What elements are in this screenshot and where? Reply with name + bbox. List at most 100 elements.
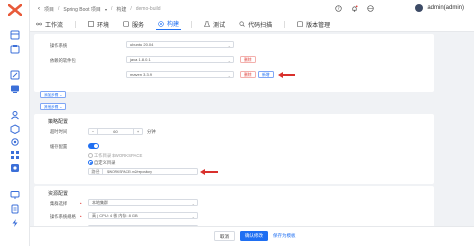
custom-dir-option-label: 自定义目录 [94, 160, 116, 165]
spec-value: 高 | CPU: 4 核 内存: 8 GB [92, 213, 138, 218]
breadcrumb-separator: / [58, 6, 60, 12]
cache-toggle[interactable] [88, 143, 99, 149]
breadcrumb-separator: / [110, 6, 113, 12]
avatar [415, 4, 424, 12]
confirm-button[interactable]: 确认修改 [240, 231, 268, 241]
other-step-label: 其他步骤 [44, 105, 59, 109]
cluster-select[interactable]: 本地集群 ⌄ [88, 199, 198, 206]
cancel-button[interactable]: 取消 [214, 231, 235, 241]
dropdown-caret-icon[interactable]: ▾ [105, 7, 107, 12]
tab-code-scan[interactable]: 代码扫描 [237, 18, 274, 30]
cache-path-input[interactable]: 路径 $WORKSPACE/.m2/repository [88, 168, 198, 175]
tab-divider [284, 20, 286, 28]
strategy-card: 策略配置 超时时间 − 60 + 分钟 缓存配置 工作目录 $WORKSPACE… [34, 114, 434, 184]
save-template-button[interactable]: 保存为模板 [268, 231, 301, 241]
left-nav-rail [0, 0, 30, 246]
delete-dependency-button[interactable]: 删除 [240, 56, 256, 63]
chevron-down-icon: ⌄ [191, 201, 195, 206]
cluster-value: 本地集群 [92, 200, 108, 205]
screen-icon[interactable] [10, 190, 20, 200]
user-name: admin(admin) [427, 5, 464, 11]
breadcrumb-separator: / [130, 6, 132, 12]
lightning-icon[interactable] [10, 218, 20, 228]
tab-version[interactable]: 版本管理 [295, 18, 332, 30]
module-tabs: 工作流 环境 服务 构建 测试 代码扫描 版本管理 [34, 18, 332, 30]
dependency-select[interactable]: java 1.8.0.1 ⌄ [126, 56, 234, 63]
os-label: 操作系统 [50, 43, 68, 48]
dependency-select[interactable]: maven 3.3.9 ⌄ [126, 71, 234, 78]
environment-icon [88, 21, 94, 27]
chevron-down-icon: ⌄ [227, 73, 231, 78]
timeout-value: 60 [113, 129, 118, 134]
tab-workflow[interactable]: 工作流 [34, 18, 65, 30]
tab-label: 版本管理 [306, 22, 331, 29]
users-icon[interactable] [10, 110, 20, 120]
cache-label: 缓存配置 [50, 144, 68, 149]
step-buttons-row: 添加步骤 ⌄ 其他步骤 ⌄ [34, 87, 434, 111]
annotation-arrow [200, 168, 218, 175]
breadcrumb-item[interactable]: 项目 [44, 6, 54, 13]
cluster-label: 集群选择 [50, 201, 68, 206]
breadcrumb-item[interactable]: 构建 [116, 6, 126, 13]
document-icon[interactable] [10, 204, 20, 214]
project-icon[interactable] [10, 44, 20, 54]
resource-title: 资源配置 [48, 191, 69, 197]
path-prefix: 路径 [89, 169, 103, 175]
scan-icon [239, 21, 245, 27]
tab-build[interactable]: 构建 [156, 18, 182, 30]
top-header: ‹ 项目 / Spring Boot 项目 ▾ / 构建 / demo-buil… [30, 0, 474, 32]
os-value: ubuntu 20.04 [130, 42, 154, 47]
dependency-value: java 1.8.0.1 [130, 57, 151, 62]
service-icon [123, 21, 129, 27]
app-logo-icon[interactable] [8, 4, 22, 16]
strategy-title: 策略配置 [48, 119, 69, 125]
minus-icon[interactable]: − [89, 129, 98, 134]
notification-bell-icon[interactable] [351, 5, 358, 12]
tab-environment[interactable]: 环境 [86, 18, 111, 30]
timeout-stepper[interactable]: − 60 + [88, 128, 143, 135]
header-icon-group: ? [335, 5, 374, 12]
tab-label: 测试 [213, 22, 226, 29]
language-icon[interactable] [367, 5, 374, 12]
plus-icon[interactable]: + [133, 129, 142, 134]
help-icon[interactable]: ? [335, 5, 342, 12]
version-icon [297, 21, 303, 27]
breadcrumb-item[interactable]: Spring Boot 项目 [63, 6, 101, 13]
plugin-icon[interactable] [10, 163, 20, 173]
add-dependency-button[interactable]: 新增 [258, 71, 274, 78]
required-marker: • [80, 214, 82, 219]
chevron-down-icon: ⌄ [227, 58, 231, 63]
monitor-icon[interactable] [10, 84, 20, 94]
breadcrumb: ‹ 项目 / Spring Boot 项目 ▾ / 构建 / demo-buil… [38, 5, 161, 13]
back-arrow-icon[interactable]: ‹ [38, 6, 40, 12]
edit-icon[interactable] [10, 70, 20, 80]
other-step-dropdown[interactable]: 其他步骤 ⌄ [40, 103, 67, 110]
tab-label: 服务 [132, 22, 145, 29]
test-icon [204, 21, 211, 27]
tab-label: 代码扫描 [248, 22, 273, 29]
settings-icon[interactable] [10, 137, 20, 147]
dashboard-icon[interactable] [10, 30, 20, 40]
os-select[interactable]: ubuntu 20.04 ⌄ [126, 41, 234, 48]
tab-divider [75, 20, 77, 28]
deps-label: 依赖的软件包 [50, 58, 76, 63]
delete-dependency-button[interactable]: 删除 [240, 71, 256, 78]
user-menu[interactable]: admin(admin) [415, 4, 464, 12]
custom-dir-radio[interactable] [88, 160, 93, 165]
tab-label: 环境 [97, 22, 110, 29]
workspace-radio[interactable] [88, 153, 93, 158]
package-icon[interactable] [10, 124, 20, 134]
spec-select[interactable]: 高 | CPU: 4 核 内存: 8 GB ⌄ [88, 212, 198, 219]
workspace-option-label: 工作目录 $WORKSPACE [94, 153, 143, 158]
tab-service[interactable]: 服务 [121, 18, 146, 30]
required-marker: • [80, 201, 82, 206]
grid-icon[interactable] [10, 150, 20, 160]
add-step-dropdown[interactable]: 添加步骤 ⌄ [40, 91, 67, 98]
annotation-arrow [278, 71, 295, 78]
svg-text:?: ? [337, 6, 339, 11]
build-config-content: 操作系统 ubuntu 20.04 ⌄ 依赖的软件包 java 1.8.0.1 … [34, 32, 470, 246]
tab-test[interactable]: 测试 [202, 18, 227, 30]
add-step-label: 添加步骤 [44, 93, 59, 97]
tab-label: 构建 [167, 22, 180, 28]
tab-divider [191, 20, 193, 28]
